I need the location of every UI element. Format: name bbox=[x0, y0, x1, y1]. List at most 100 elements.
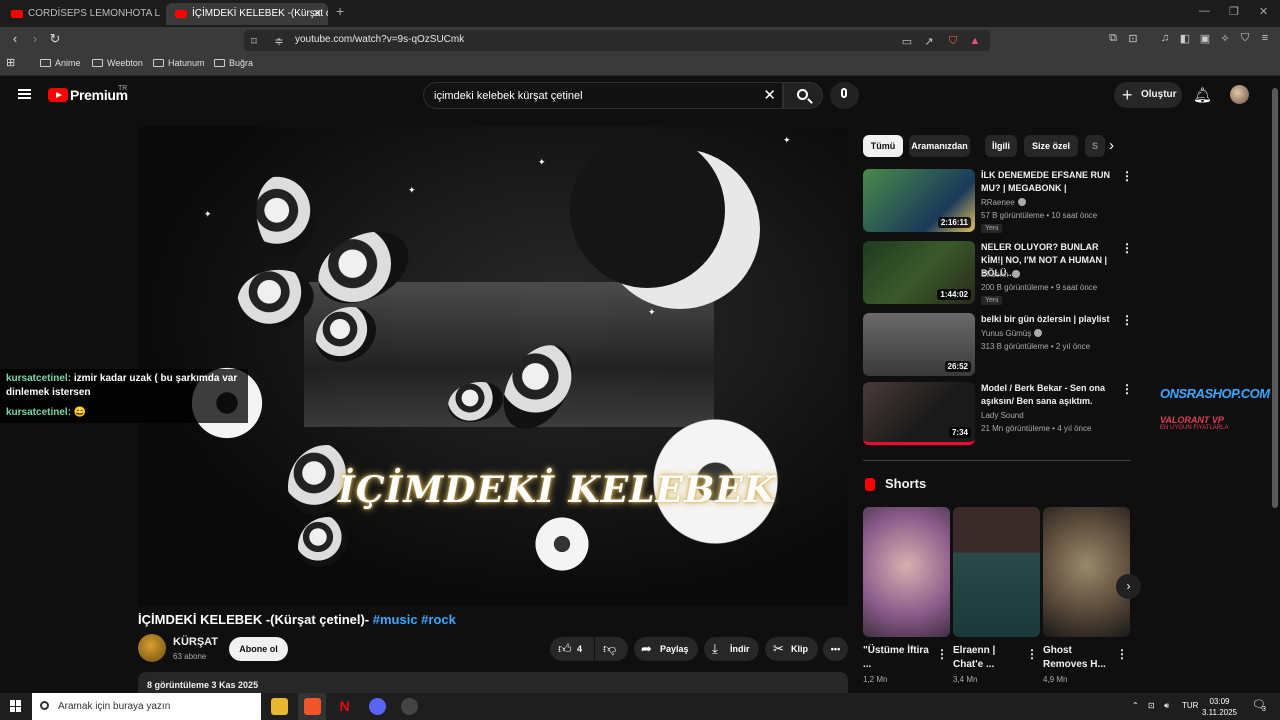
video-player[interactable]: ✦ ✦ ✦ ✦ ✦ İÇİMDEKİ KELEBEK bbox=[138, 127, 848, 605]
more-vertical-icon[interactable]: ⋮ bbox=[1121, 382, 1133, 396]
hamburger-menu-icon[interactable] bbox=[18, 89, 31, 99]
browser-tab-active[interactable]: İÇİMDEKİ KELEBEK -(Kürşat ç ✕ bbox=[166, 3, 328, 25]
ai-icon[interactable]: ✧ bbox=[1218, 32, 1232, 45]
more-vertical-icon[interactable]: ⋮ bbox=[1121, 313, 1133, 327]
recommendation-title[interactable]: İLK DENEMEDE EFSANE RUN MU? | MEGABONK | bbox=[981, 169, 1119, 195]
short-title[interactable]: Ghost Removes H... bbox=[1043, 644, 1113, 672]
wallet-icon[interactable]: ▣ bbox=[1198, 32, 1212, 45]
discord-icon[interactable] bbox=[369, 698, 386, 715]
obs-icon[interactable] bbox=[401, 698, 418, 715]
apps-grid-icon[interactable]: ⊞ bbox=[6, 56, 15, 69]
notifications-bell-icon[interactable]: 🔔︎ bbox=[1193, 86, 1212, 104]
music-icon[interactable]: ♫ bbox=[1158, 32, 1172, 44]
recommendation-item[interactable]: 2:16:11 İLK DENEMEDE EFSANE RUN MU? | ME… bbox=[863, 169, 1133, 235]
recommendation-channel[interactable]: Elraenn bbox=[981, 270, 1020, 279]
chevron-right-icon[interactable]: › bbox=[1109, 137, 1114, 154]
short-thumbnail[interactable] bbox=[863, 507, 950, 637]
vpn-icon[interactable]: ⛉ bbox=[1238, 32, 1252, 45]
side-advertisement[interactable]: ONSRASHOP.COM VALORANT VP EN UYGUN FİYAT… bbox=[1160, 386, 1278, 431]
netflix-icon[interactable]: N bbox=[336, 698, 353, 715]
back-icon[interactable]: ‹ bbox=[6, 31, 24, 46]
bookmark-item[interactable]: Buğra bbox=[214, 58, 253, 68]
share-button[interactable]: ➦ Paylaş bbox=[634, 637, 698, 661]
video-thumbnail[interactable]: 1:44:02 bbox=[863, 241, 975, 304]
windows-start-icon[interactable] bbox=[10, 700, 22, 712]
short-title[interactable]: "Üstüme İftira ... bbox=[863, 644, 933, 672]
close-window-icon[interactable]: ✕ bbox=[1259, 5, 1268, 18]
channel-avatar[interactable] bbox=[138, 634, 166, 662]
recommendation-title[interactable]: belki bir gün özlersin | playlist bbox=[981, 313, 1119, 326]
video-thumbnail[interactable]: 26:52 bbox=[863, 313, 975, 376]
short-item[interactable]: Ghost Removes H... ⋮ 4,9 Mn bbox=[1043, 507, 1130, 684]
cast-icon[interactable]: ▭ bbox=[900, 35, 914, 48]
video-thumbnail[interactable]: 7:34 bbox=[863, 382, 975, 445]
subscribe-button[interactable]: Abone ol bbox=[229, 637, 288, 661]
tray-chevron-icon[interactable]: ⌃ bbox=[1132, 701, 1139, 710]
voice-search-button[interactable] bbox=[830, 82, 859, 109]
recommendation-title[interactable]: Model / Berk Bekar - Sen ona aşıksın/ Be… bbox=[981, 382, 1119, 408]
brave-browser-icon[interactable] bbox=[304, 698, 321, 715]
shorts-next-button[interactable]: › bbox=[1116, 574, 1141, 599]
share-icon[interactable]: ↗ bbox=[922, 35, 936, 48]
channel-name[interactable]: KÜRŞAT bbox=[173, 636, 218, 648]
clear-search-icon[interactable]: ✕ bbox=[763, 86, 776, 104]
more-actions-button[interactable]: ••• bbox=[823, 637, 848, 661]
recommendation-item[interactable]: 26:52 belki bir gün özlersin | playlist … bbox=[863, 313, 1133, 377]
create-button[interactable]: + Oluştur bbox=[1114, 82, 1182, 108]
screenshot-icon[interactable]: ⊡ bbox=[1126, 32, 1140, 45]
more-vertical-icon[interactable]: ⋮ bbox=[1121, 169, 1133, 183]
short-item[interactable]: Elraenn | Chat'e ... ⋮ 3,4 Mn bbox=[953, 507, 1040, 684]
youtube-logo-icon[interactable] bbox=[48, 88, 68, 102]
chip-for-you[interactable]: Size özel bbox=[1024, 135, 1078, 157]
site-info-icon[interactable]: ≑ bbox=[272, 35, 286, 48]
page-scrollbar[interactable] bbox=[1272, 88, 1278, 508]
reload-icon[interactable]: ↻ bbox=[46, 31, 64, 47]
more-vertical-icon[interactable]: ⋮ bbox=[936, 647, 948, 661]
chip-truncated[interactable]: S bbox=[1085, 135, 1105, 157]
short-title[interactable]: Elraenn | Chat'e ... bbox=[953, 644, 1023, 672]
chip-related[interactable]: İlgili bbox=[985, 135, 1017, 157]
language-indicator[interactable]: TUR bbox=[1182, 701, 1198, 710]
extensions-icon[interactable]: ⧉ bbox=[1106, 32, 1120, 45]
address-bar[interactable]: ⌑ ≑ youtube.com/watch?v=9s-qOzSUCmk ▭ ↗ … bbox=[244, 30, 990, 51]
sidebar-icon[interactable]: ◧ bbox=[1178, 32, 1192, 45]
search-button[interactable] bbox=[783, 82, 823, 109]
download-button[interactable]: ⤓ İndir bbox=[704, 637, 759, 661]
browser-tab[interactable]: CORDİSEPS LEMONHOTA LİMON TA bbox=[2, 3, 160, 25]
more-vertical-icon[interactable]: ⋮ bbox=[1026, 647, 1038, 661]
recommendation-item[interactable]: 1:44:02 NELER OLUYOR? BUNLAR KİM!| NO, I… bbox=[863, 241, 1133, 307]
more-vertical-icon[interactable]: ⋮ bbox=[1116, 647, 1128, 661]
short-thumbnail[interactable] bbox=[953, 507, 1040, 637]
volume-icon[interactable]: 🔊︎ bbox=[1164, 701, 1169, 711]
file-explorer-icon[interactable] bbox=[271, 698, 288, 715]
short-thumbnail[interactable] bbox=[1043, 507, 1130, 637]
rewards-icon[interactable]: ▲ bbox=[968, 35, 982, 47]
menu-icon[interactable]: ≡ bbox=[1258, 32, 1272, 44]
bookmark-item[interactable]: Anime bbox=[40, 58, 81, 68]
recommendation-channel[interactable]: RRaenee bbox=[981, 198, 1026, 207]
restore-icon[interactable]: ❐ bbox=[1229, 5, 1239, 18]
taskbar-search[interactable]: Aramak için buraya yazın bbox=[32, 693, 261, 720]
hashtags-link[interactable]: #music #rock bbox=[373, 612, 456, 627]
dislike-button[interactable]: 👎︎ bbox=[595, 637, 628, 661]
chip-all[interactable]: Tümü bbox=[863, 135, 903, 157]
account-avatar[interactable] bbox=[1230, 85, 1249, 104]
brave-shield-icon[interactable]: ⛉ bbox=[946, 35, 960, 48]
recommendation-item[interactable]: 7:34 Model / Berk Bekar - Sen ona aşıksı… bbox=[863, 382, 1133, 446]
new-tab-icon[interactable]: + bbox=[336, 3, 344, 19]
bookmark-icon[interactable]: ⌑ bbox=[247, 35, 261, 48]
network-icon[interactable]: ⊡ bbox=[1148, 701, 1155, 710]
bookmark-item[interactable]: Hatunum bbox=[153, 58, 205, 68]
video-thumbnail[interactable]: 2:16:11 bbox=[863, 169, 975, 232]
system-clock[interactable]: 03:09 3.11.2025 bbox=[1202, 696, 1237, 718]
bookmark-item[interactable]: Weebton bbox=[92, 58, 143, 68]
close-tab-icon[interactable]: ✕ bbox=[313, 3, 322, 25]
recommendation-channel[interactable]: Lady Sound bbox=[981, 411, 1024, 420]
forward-icon[interactable]: › bbox=[26, 31, 44, 46]
like-button[interactable]: 👍︎ 4 bbox=[550, 637, 594, 661]
chip-from-search[interactable]: Aramanızdan bbox=[909, 135, 970, 157]
search-input[interactable]: içimdeki kelebek kürşat çetinel ✕ bbox=[423, 82, 783, 109]
minimize-icon[interactable]: — bbox=[1199, 5, 1210, 17]
short-item[interactable]: "Üstüme İftira ... ⋮ 1,2 Mn bbox=[863, 507, 950, 684]
more-vertical-icon[interactable]: ⋮ bbox=[1121, 241, 1133, 255]
